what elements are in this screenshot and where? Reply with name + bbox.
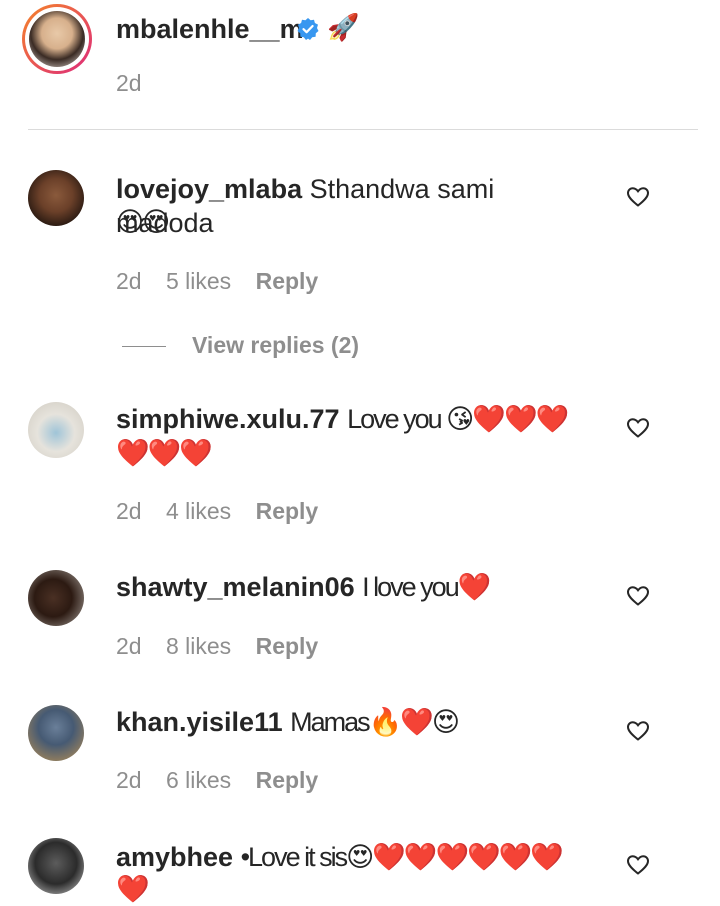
- comment-username[interactable]: shawty_melanin06: [116, 572, 355, 602]
- comment-body: shawty_melanin06 I love you❤️: [116, 570, 596, 604]
- caption-text: 🚀: [327, 12, 360, 42]
- comment-text: •Love it sis😍❤️❤️❤️❤️❤️❤️: [240, 842, 564, 872]
- post-time: 2d: [116, 70, 142, 96]
- comment-body: lovejoy_mlaba Sthandwa sami madoda: [116, 172, 596, 240]
- post-author-avatar[interactable]: [22, 4, 92, 74]
- verified-badge-icon: [296, 17, 320, 41]
- like-heart-icon[interactable]: [626, 185, 650, 209]
- comment-time: 2d: [116, 498, 142, 524]
- comment-text-continued: ❤️: [116, 874, 150, 904]
- replies-line: [122, 346, 166, 347]
- comment-meta: 2d 6 likes Reply: [116, 767, 318, 794]
- comment-text: Mamas🔥❤️😍: [290, 707, 460, 737]
- comment-meta: 2d 8 likes Reply: [116, 633, 318, 660]
- comment-likes[interactable]: 6 likes: [166, 767, 231, 793]
- comment-avatar[interactable]: [28, 838, 84, 894]
- comment-body: amybhee •Love it sis😍❤️❤️❤️❤️❤️❤️: [116, 840, 596, 874]
- divider: [28, 129, 698, 130]
- comment-time: 2d: [116, 268, 142, 294]
- comment-text: I love you❤️: [362, 572, 491, 602]
- like-heart-icon[interactable]: [626, 719, 650, 743]
- comment-body: simphiwe.xulu.77 Love you 😘❤️❤️❤️: [116, 402, 596, 436]
- like-heart-icon[interactable]: [626, 416, 650, 440]
- comment-meta: 2d 4 likes Reply: [116, 498, 318, 525]
- comment-text: Love you 😘❤️❤️❤️: [347, 404, 569, 434]
- comment-likes[interactable]: 5 likes: [166, 268, 231, 294]
- comment-body: khan.yisile11 Mamas🔥❤️😍: [116, 705, 596, 739]
- comment-avatar[interactable]: [28, 170, 84, 226]
- comment-username[interactable]: simphiwe.xulu.77: [116, 404, 340, 434]
- comment-avatar[interactable]: [28, 402, 84, 458]
- comment-text-continued: 😍😍: [116, 207, 170, 237]
- view-replies-button[interactable]: View replies (2): [192, 332, 359, 359]
- comment-avatar[interactable]: [28, 705, 84, 761]
- avatar-photo: [29, 11, 85, 67]
- comment-time: 2d: [116, 633, 142, 659]
- comment-avatar[interactable]: [28, 570, 84, 626]
- comment-username[interactable]: amybhee: [116, 842, 233, 872]
- comment-username[interactable]: lovejoy_mlaba: [116, 174, 302, 204]
- reply-button[interactable]: Reply: [256, 767, 319, 793]
- post-author-username[interactable]: mbalenhle__m: [116, 12, 304, 46]
- reply-button[interactable]: Reply: [256, 268, 319, 294]
- like-heart-icon[interactable]: [626, 584, 650, 608]
- comment-likes[interactable]: 4 likes: [166, 498, 231, 524]
- comment-username[interactable]: khan.yisile11: [116, 707, 283, 737]
- reply-button[interactable]: Reply: [256, 633, 319, 659]
- reply-button[interactable]: Reply: [256, 498, 319, 524]
- comment-meta: 2d 5 likes Reply: [116, 268, 318, 295]
- like-heart-icon[interactable]: [626, 853, 650, 877]
- comment-text-continued: ❤️❤️❤️: [116, 438, 213, 468]
- comment-time: 2d: [116, 767, 142, 793]
- comment-likes[interactable]: 8 likes: [166, 633, 231, 659]
